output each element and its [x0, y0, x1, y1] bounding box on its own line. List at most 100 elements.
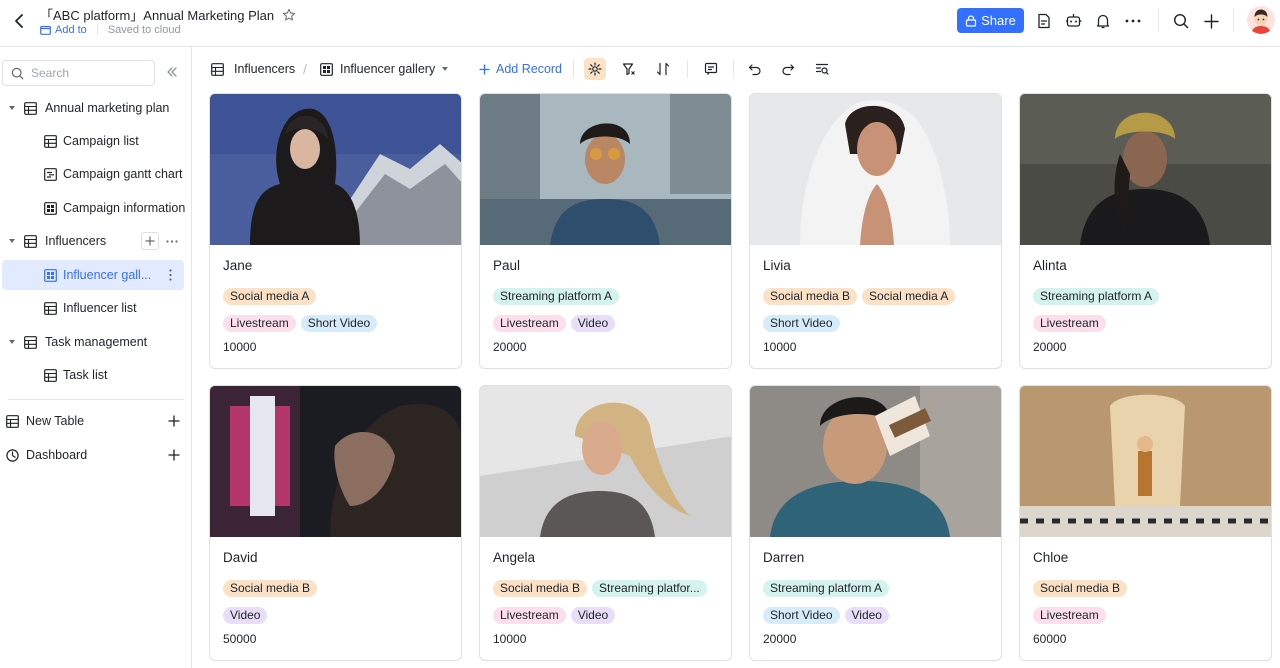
platform-tags: Social media B Social media A	[763, 288, 956, 305]
find-icon[interactable]	[811, 58, 833, 80]
table-icon	[211, 62, 224, 76]
add-record-button[interactable]: Add Record	[479, 60, 562, 78]
sidebar-item-campaign-list[interactable]: Campaign list	[0, 126, 190, 156]
sidebar-item-task-list[interactable]: Task list	[0, 360, 190, 390]
gallery-icon	[44, 268, 57, 282]
follower-count: 20000	[1033, 340, 1067, 354]
dashboard-button[interactable]: Dashboard	[0, 440, 190, 470]
table-icon	[6, 414, 19, 428]
form-icon[interactable]	[700, 58, 722, 80]
add-view-button[interactable]	[141, 232, 159, 250]
user-avatar[interactable]	[1247, 6, 1275, 34]
caret-down-icon[interactable]	[8, 104, 16, 112]
content-tag: Video	[223, 607, 268, 624]
add-to-button[interactable]: Add to	[40, 24, 87, 36]
table-icon	[24, 101, 37, 115]
influencer-name: Paul	[493, 258, 521, 273]
caret-down-icon[interactable]	[8, 338, 16, 346]
share-button[interactable]: Share	[957, 8, 1024, 33]
plus-icon[interactable]	[166, 413, 182, 429]
back-arrow-icon[interactable]	[9, 11, 29, 31]
plus-icon[interactable]	[1201, 11, 1221, 31]
table-icon	[24, 335, 37, 349]
collapse-sidebar-icon[interactable]	[165, 65, 181, 81]
sidebar-group-label: Annual marketing plan	[45, 101, 170, 115]
more-icon[interactable]	[1123, 11, 1143, 31]
filter-icon[interactable]	[618, 58, 640, 80]
content-tag: Livestream	[1033, 607, 1106, 624]
add-record-label: Add Record	[496, 62, 563, 76]
gallery-card[interactable]: Alinta Streaming platform A Livestream 2…	[1019, 93, 1272, 369]
gallery-icon	[320, 62, 333, 76]
sidebar-item-campaign-gantt-chart[interactable]: Campaign gantt chart	[0, 159, 190, 189]
gallery-card[interactable]: David Social media B Video 50000	[209, 385, 462, 661]
gallery-icon	[44, 201, 57, 215]
platform-tag: Streaming platform A	[493, 288, 620, 305]
new-table-button[interactable]: New Table	[0, 406, 190, 436]
platform-tags: Social media B	[1033, 580, 1128, 597]
search-icon	[11, 67, 24, 79]
sidebar-item-campaign-information[interactable]: Campaign information	[0, 193, 190, 223]
gallery-card[interactable]: Angela Social media B Streaming platfor.…	[479, 385, 732, 661]
sidebar-item-label: Influencer gall...	[63, 268, 152, 282]
divider	[687, 60, 688, 78]
caret-down-icon[interactable]	[8, 237, 16, 245]
share-label: Share	[981, 13, 1016, 28]
document-subtitle: Add to Saved to cloud	[40, 24, 181, 36]
sidebar-item-label: Campaign gantt chart	[63, 167, 183, 181]
plus-icon	[479, 64, 490, 74]
top-bar: 「ABC platform」Annual Marketing Plan Add …	[0, 0, 1280, 47]
follower-count: 60000	[1033, 632, 1067, 646]
follower-count: 10000	[493, 632, 527, 646]
sidebar-group-annual-marketing-plan[interactable]: Annual marketing plan	[0, 93, 190, 123]
add-to-label: Add to	[55, 24, 87, 36]
plus-icon[interactable]	[166, 447, 182, 463]
platform-tag: Social media B	[1033, 580, 1128, 597]
platform-tag: Streaming platform A	[763, 580, 890, 597]
sidebar-item-influencer-gallery[interactable]: Influencer gall...	[2, 260, 184, 290]
vertical-more-icon[interactable]	[162, 267, 178, 283]
bot-icon[interactable]	[1063, 11, 1083, 31]
content-tags: Livestream Video	[493, 315, 616, 332]
redo-icon[interactable]	[777, 58, 799, 80]
sidebar-search-input[interactable]	[31, 66, 141, 80]
customize-settings-icon[interactable]	[584, 58, 606, 80]
search-icon[interactable]	[1171, 11, 1191, 31]
content-tag: Short Video	[300, 315, 378, 332]
platform-tag: Social media B	[223, 580, 318, 597]
follower-count: 10000	[223, 340, 257, 354]
table-tab[interactable]: Influencers	[211, 60, 295, 78]
undo-icon[interactable]	[744, 58, 766, 80]
gallery-card[interactable]: Darren Streaming platform A Short Video …	[749, 385, 1002, 661]
page-icon[interactable]	[1034, 11, 1054, 31]
content-tags: Livestream Short Video	[223, 315, 378, 332]
sidebar-group-influencers[interactable]: Influencers	[0, 226, 190, 256]
more-icon[interactable]	[164, 233, 180, 249]
save-status: Saved to cloud	[107, 24, 181, 36]
star-icon[interactable]	[282, 8, 296, 22]
content-tags: Livestream	[1033, 607, 1106, 624]
view-selector-label: Influencer gallery	[340, 62, 436, 76]
sidebar-search[interactable]	[2, 60, 155, 86]
platform-tag: Streaming platform A	[1033, 288, 1160, 305]
document-title[interactable]: 「ABC platform」Annual Marketing Plan	[40, 5, 274, 24]
gallery-card[interactable]: Paul Streaming platform A Livestream Vid…	[479, 93, 732, 369]
gallery-card[interactable]: Jane Social media A Livestream Short Vid…	[209, 93, 462, 369]
sidebar: Annual marketing plan Campaign list Camp…	[0, 47, 192, 668]
content-tags: Livestream	[1033, 315, 1106, 332]
bell-icon[interactable]	[1093, 11, 1113, 31]
caret-down-icon	[442, 67, 449, 71]
sidebar-item-influencer-list[interactable]: Influencer list	[0, 293, 190, 323]
sidebar-group-task-management[interactable]: Task management	[0, 327, 190, 357]
sort-icon[interactable]	[652, 58, 674, 80]
table-icon	[44, 368, 57, 382]
follower-count: 50000	[223, 632, 257, 646]
platform-tag: Social media B	[763, 288, 858, 305]
view-selector[interactable]: Influencer gallery	[320, 60, 449, 78]
dashboard-icon	[6, 448, 19, 462]
gallery-card[interactable]: Livia Social media B Social media A Shor…	[749, 93, 1002, 369]
divider	[8, 399, 184, 400]
photo	[1020, 386, 1271, 537]
gallery-card[interactable]: Chloe Social media B Livestream 60000	[1019, 385, 1272, 661]
content-tag: Livestream	[223, 315, 296, 332]
